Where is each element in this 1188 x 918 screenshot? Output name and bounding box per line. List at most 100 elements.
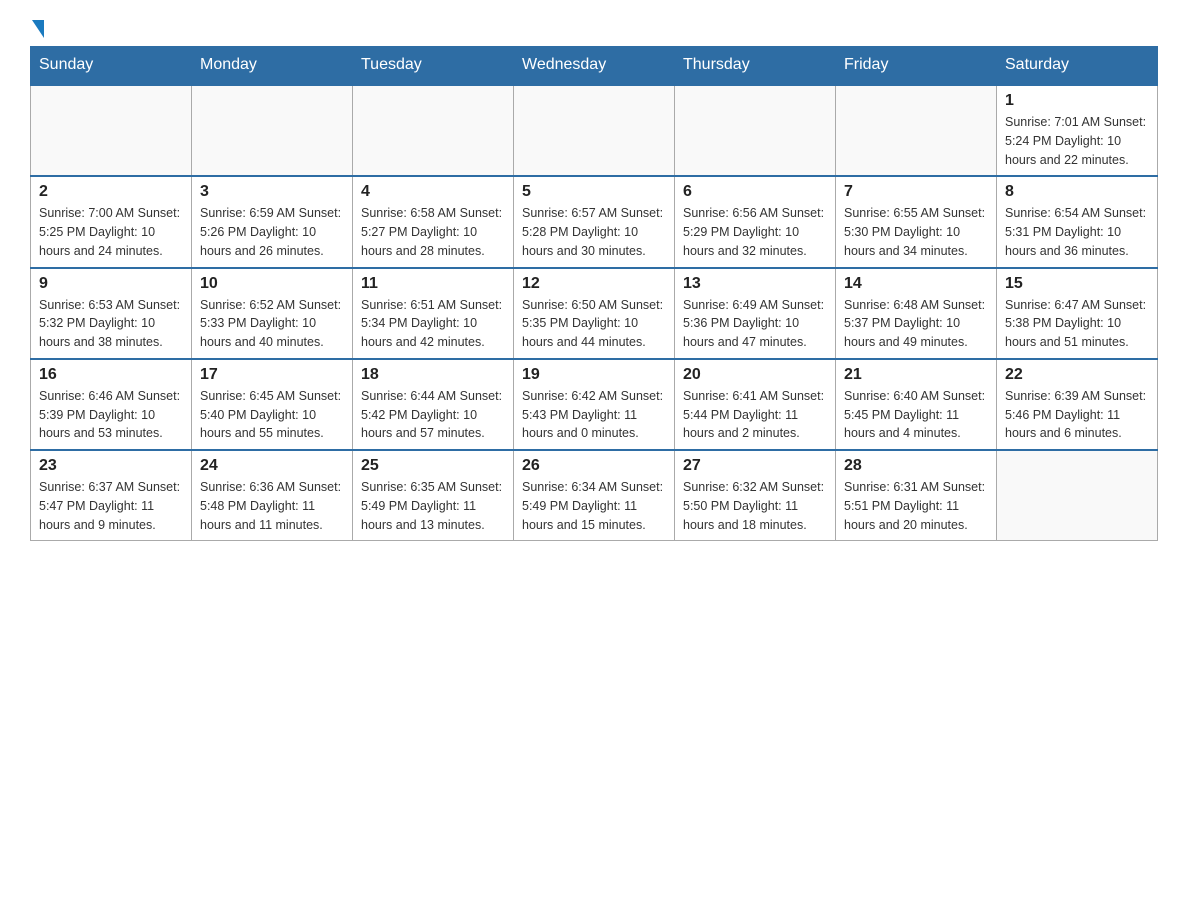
- day-info: Sunrise: 6:37 AM Sunset: 5:47 PM Dayligh…: [39, 478, 183, 534]
- day-number: 19: [522, 366, 666, 384]
- logo: [30, 20, 44, 36]
- calendar-cell: 24 Sunrise: 6:36 AM Sunset: 5:48 PM Dayli…: [192, 450, 353, 541]
- calendar-table: SundayMondayTuesdayWednesdayThursdayFrid…: [30, 46, 1158, 541]
- day-number: 21: [844, 366, 988, 384]
- calendar-header-tuesday: Tuesday: [353, 46, 514, 85]
- day-info: Sunrise: 7:01 AM Sunset: 5:24 PM Dayligh…: [1005, 113, 1149, 169]
- day-number: 5: [522, 183, 666, 201]
- calendar-cell: 13 Sunrise: 6:49 AM Sunset: 5:36 PM Dayli…: [675, 268, 836, 359]
- calendar-cell: 1 Sunrise: 7:01 AM Sunset: 5:24 PM Daylig…: [997, 85, 1158, 176]
- day-number: 3: [200, 183, 344, 201]
- day-info: Sunrise: 6:45 AM Sunset: 5:40 PM Dayligh…: [200, 387, 344, 443]
- day-number: 7: [844, 183, 988, 201]
- calendar-header-sunday: Sunday: [31, 46, 192, 85]
- day-number: 20: [683, 366, 827, 384]
- day-info: Sunrise: 6:42 AM Sunset: 5:43 PM Dayligh…: [522, 387, 666, 443]
- day-info: Sunrise: 6:47 AM Sunset: 5:38 PM Dayligh…: [1005, 296, 1149, 352]
- calendar-week-row: 9 Sunrise: 6:53 AM Sunset: 5:32 PM Daylig…: [31, 268, 1158, 359]
- calendar-cell: 26 Sunrise: 6:34 AM Sunset: 5:49 PM Dayli…: [514, 450, 675, 541]
- day-number: 17: [200, 366, 344, 384]
- day-info: Sunrise: 6:41 AM Sunset: 5:44 PM Dayligh…: [683, 387, 827, 443]
- calendar-cell: 8 Sunrise: 6:54 AM Sunset: 5:31 PM Daylig…: [997, 176, 1158, 267]
- day-number: 15: [1005, 275, 1149, 293]
- day-info: Sunrise: 6:34 AM Sunset: 5:49 PM Dayligh…: [522, 478, 666, 534]
- day-number: 8: [1005, 183, 1149, 201]
- day-info: Sunrise: 6:54 AM Sunset: 5:31 PM Dayligh…: [1005, 204, 1149, 260]
- day-info: Sunrise: 6:56 AM Sunset: 5:29 PM Dayligh…: [683, 204, 827, 260]
- day-number: 16: [39, 366, 183, 384]
- calendar-week-row: 2Sunrise: 7:00 AM Sunset: 5:25 PM Daylig…: [31, 176, 1158, 267]
- calendar-cell: 12 Sunrise: 6:50 AM Sunset: 5:35 PM Dayli…: [514, 268, 675, 359]
- day-info: Sunrise: 6:50 AM Sunset: 5:35 PM Dayligh…: [522, 296, 666, 352]
- day-number: 25: [361, 457, 505, 475]
- calendar-cell: 15 Sunrise: 6:47 AM Sunset: 5:38 PM Dayli…: [997, 268, 1158, 359]
- day-number: 2: [39, 183, 183, 201]
- calendar-header-saturday: Saturday: [997, 46, 1158, 85]
- day-info: Sunrise: 6:55 AM Sunset: 5:30 PM Dayligh…: [844, 204, 988, 260]
- day-info: Sunrise: 6:31 AM Sunset: 5:51 PM Dayligh…: [844, 478, 988, 534]
- day-info: Sunrise: 6:49 AM Sunset: 5:36 PM Dayligh…: [683, 296, 827, 352]
- day-number: 9: [39, 275, 183, 293]
- calendar-cell: 14 Sunrise: 6:48 AM Sunset: 5:37 PM Dayli…: [836, 268, 997, 359]
- day-info: Sunrise: 6:51 AM Sunset: 5:34 PM Dayligh…: [361, 296, 505, 352]
- calendar-header-row: SundayMondayTuesdayWednesdayThursdayFrid…: [31, 46, 1158, 85]
- calendar-cell: [997, 450, 1158, 541]
- calendar-week-row: 1 Sunrise: 7:01 AM Sunset: 5:24 PM Daylig…: [31, 85, 1158, 176]
- calendar-cell: 9 Sunrise: 6:53 AM Sunset: 5:32 PM Daylig…: [31, 268, 192, 359]
- day-info: Sunrise: 6:35 AM Sunset: 5:49 PM Dayligh…: [361, 478, 505, 534]
- calendar-cell: [192, 85, 353, 176]
- day-info: Sunrise: 6:53 AM Sunset: 5:32 PM Dayligh…: [39, 296, 183, 352]
- calendar-week-row: 16 Sunrise: 6:46 AM Sunset: 5:39 PM Dayli…: [31, 359, 1158, 450]
- calendar-cell: 25 Sunrise: 6:35 AM Sunset: 5:49 PM Dayli…: [353, 450, 514, 541]
- calendar-cell: [353, 85, 514, 176]
- calendar-cell: [31, 85, 192, 176]
- calendar-cell: 16 Sunrise: 6:46 AM Sunset: 5:39 PM Dayli…: [31, 359, 192, 450]
- day-info: Sunrise: 6:40 AM Sunset: 5:45 PM Dayligh…: [844, 387, 988, 443]
- calendar-cell: 3 Sunrise: 6:59 AM Sunset: 5:26 PM Daylig…: [192, 176, 353, 267]
- calendar-cell: 7 Sunrise: 6:55 AM Sunset: 5:30 PM Daylig…: [836, 176, 997, 267]
- calendar-header-thursday: Thursday: [675, 46, 836, 85]
- day-info: Sunrise: 6:58 AM Sunset: 5:27 PM Dayligh…: [361, 204, 505, 260]
- day-number: 23: [39, 457, 183, 475]
- day-number: 13: [683, 275, 827, 293]
- calendar-cell: 23 Sunrise: 6:37 AM Sunset: 5:47 PM Dayli…: [31, 450, 192, 541]
- calendar-week-row: 23 Sunrise: 6:37 AM Sunset: 5:47 PM Dayli…: [31, 450, 1158, 541]
- day-number: 1: [1005, 92, 1149, 110]
- day-info: Sunrise: 6:36 AM Sunset: 5:48 PM Dayligh…: [200, 478, 344, 534]
- calendar-cell: 2Sunrise: 7:00 AM Sunset: 5:25 PM Daylig…: [31, 176, 192, 267]
- calendar-cell: 6 Sunrise: 6:56 AM Sunset: 5:29 PM Daylig…: [675, 176, 836, 267]
- day-info: Sunrise: 6:32 AM Sunset: 5:50 PM Dayligh…: [683, 478, 827, 534]
- calendar-header-wednesday: Wednesday: [514, 46, 675, 85]
- calendar-header-monday: Monday: [192, 46, 353, 85]
- calendar-cell: 11Sunrise: 6:51 AM Sunset: 5:34 PM Dayli…: [353, 268, 514, 359]
- day-number: 12: [522, 275, 666, 293]
- calendar-cell: 4 Sunrise: 6:58 AM Sunset: 5:27 PM Daylig…: [353, 176, 514, 267]
- calendar-cell: 10 Sunrise: 6:52 AM Sunset: 5:33 PM Dayli…: [192, 268, 353, 359]
- day-info: Sunrise: 6:46 AM Sunset: 5:39 PM Dayligh…: [39, 387, 183, 443]
- day-number: 18: [361, 366, 505, 384]
- calendar-cell: 21 Sunrise: 6:40 AM Sunset: 5:45 PM Dayli…: [836, 359, 997, 450]
- day-number: 28: [844, 457, 988, 475]
- day-number: 6: [683, 183, 827, 201]
- logo-arrow-icon: [32, 20, 44, 38]
- day-number: 26: [522, 457, 666, 475]
- day-info: Sunrise: 6:52 AM Sunset: 5:33 PM Dayligh…: [200, 296, 344, 352]
- day-number: 10: [200, 275, 344, 293]
- calendar-cell: 27 Sunrise: 6:32 AM Sunset: 5:50 PM Dayli…: [675, 450, 836, 541]
- day-number: 14: [844, 275, 988, 293]
- day-number: 24: [200, 457, 344, 475]
- day-number: 27: [683, 457, 827, 475]
- day-info: Sunrise: 6:44 AM Sunset: 5:42 PM Dayligh…: [361, 387, 505, 443]
- day-number: 4: [361, 183, 505, 201]
- day-number: 22: [1005, 366, 1149, 384]
- calendar-header-friday: Friday: [836, 46, 997, 85]
- calendar-cell: [836, 85, 997, 176]
- day-info: Sunrise: 6:57 AM Sunset: 5:28 PM Dayligh…: [522, 204, 666, 260]
- calendar-cell: 19 Sunrise: 6:42 AM Sunset: 5:43 PM Dayli…: [514, 359, 675, 450]
- calendar-cell: 17 Sunrise: 6:45 AM Sunset: 5:40 PM Dayli…: [192, 359, 353, 450]
- day-info: Sunrise: 6:39 AM Sunset: 5:46 PM Dayligh…: [1005, 387, 1149, 443]
- calendar-cell: [514, 85, 675, 176]
- calendar-cell: 18 Sunrise: 6:44 AM Sunset: 5:42 PM Dayli…: [353, 359, 514, 450]
- day-info: Sunrise: 6:59 AM Sunset: 5:26 PM Dayligh…: [200, 204, 344, 260]
- day-info: Sunrise: 6:48 AM Sunset: 5:37 PM Dayligh…: [844, 296, 988, 352]
